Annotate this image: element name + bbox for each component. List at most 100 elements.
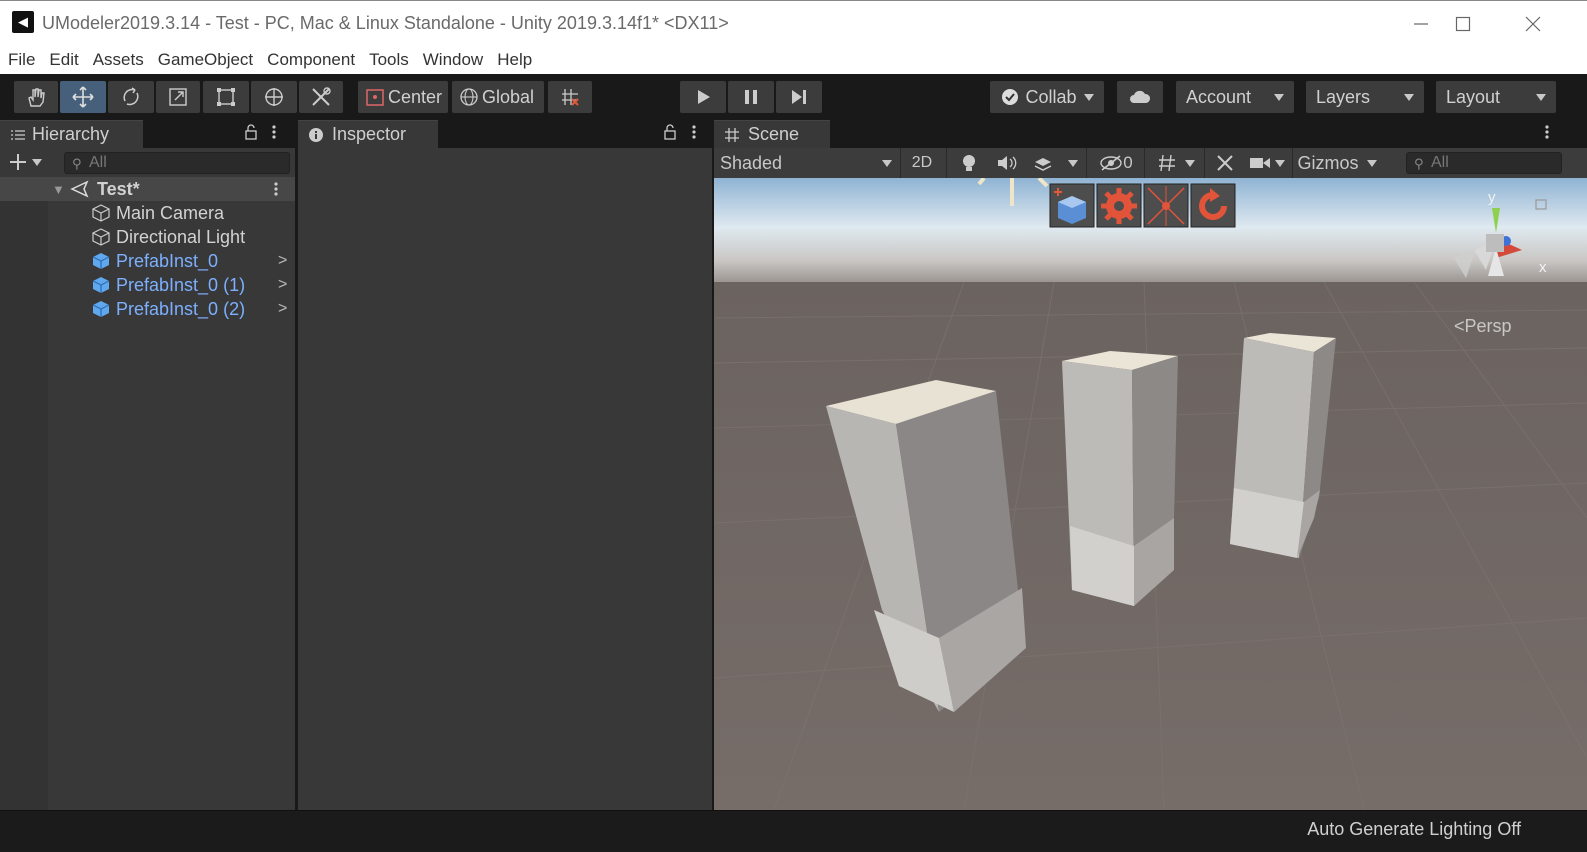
- hand-tool-button[interactable]: [14, 81, 58, 113]
- camera-dropdown[interactable]: [1272, 151, 1288, 175]
- chevron-down-icon: [882, 159, 892, 167]
- menu-file[interactable]: File: [8, 50, 35, 70]
- unity-scene-icon: [70, 180, 89, 198]
- menu-component[interactable]: Component: [267, 50, 355, 70]
- draw-mode-dropdown[interactable]: Shaded: [720, 151, 892, 175]
- step-icon: [792, 90, 806, 104]
- chevron-left-icon: <: [1454, 316, 1465, 336]
- account-label: Account: [1186, 86, 1252, 107]
- projection-toggle[interactable]: <Persp: [1454, 316, 1512, 337]
- menu-tools[interactable]: Tools: [369, 50, 409, 70]
- menu-window[interactable]: Window: [423, 50, 483, 70]
- hierarchy-search-input[interactable]: ⚲ All: [64, 152, 290, 174]
- gizmos-dropdown[interactable]: [1362, 151, 1382, 175]
- expand-triangle-icon[interactable]: ▼: [52, 182, 65, 197]
- close-button[interactable]: [1500, 1, 1566, 47]
- custom-tool-button[interactable]: [299, 81, 343, 113]
- grid-dropdown[interactable]: [1182, 151, 1198, 175]
- chevron-right-icon[interactable]: >: [278, 276, 287, 294]
- tab-hierarchy[interactable]: Hierarchy: [0, 120, 143, 148]
- scene-view-toolbar: Shaded 2D 0 Gizmos ⚲ All: [714, 148, 1587, 178]
- hierarchy-tab-strip: Hierarchy: [0, 118, 295, 148]
- hierarchy-item[interactable]: PrefabInst_0 >: [0, 249, 295, 273]
- hierarchy-item-label: Main Camera: [116, 202, 225, 223]
- layout-dropdown[interactable]: Layout: [1436, 81, 1556, 113]
- scene-search-placeholder: All: [1431, 154, 1449, 171]
- hierarchy-item[interactable]: Main Camera: [0, 201, 295, 225]
- more-menu-icon[interactable]: [270, 124, 278, 145]
- grid-icon: [1159, 154, 1175, 172]
- lock-icon[interactable]: [244, 124, 258, 145]
- play-icon: [698, 90, 710, 104]
- camera-settings-button[interactable]: [1246, 151, 1274, 175]
- step-button[interactable]: [776, 81, 822, 113]
- hierarchy-item[interactable]: PrefabInst_0 (2) >: [0, 297, 295, 321]
- pause-icon: [745, 90, 757, 104]
- layers-dropdown[interactable]: Layers: [1306, 81, 1424, 113]
- effects-dropdown[interactable]: [1066, 151, 1080, 175]
- grid-hash-icon: [725, 127, 739, 142]
- chevron-right-icon[interactable]: >: [278, 252, 287, 270]
- menu-help[interactable]: Help: [497, 50, 532, 70]
- move-tool-button[interactable]: [60, 81, 106, 113]
- create-dropdown-button[interactable]: [8, 152, 42, 172]
- more-menu-icon[interactable]: [1543, 124, 1551, 145]
- chevron-right-icon[interactable]: >: [278, 300, 287, 318]
- minimize-icon: [1414, 23, 1428, 25]
- scene-tools-toggle[interactable]: [1210, 151, 1240, 175]
- more-menu-icon: [274, 182, 278, 196]
- scene-search-input[interactable]: ⚲ All: [1406, 152, 1562, 174]
- menu-assets[interactable]: Assets: [93, 50, 144, 70]
- scale-icon: [169, 88, 187, 106]
- prefab-box-2[interactable]: [1062, 351, 1178, 606]
- space-toggle-button[interactable]: Global: [452, 81, 544, 113]
- hidden-objects-toggle[interactable]: 0: [1094, 151, 1138, 175]
- hierarchy-item[interactable]: PrefabInst_0 (1) >: [0, 273, 295, 297]
- effects-toggle[interactable]: [1030, 151, 1056, 175]
- gizmos-button[interactable]: Gizmos: [1296, 151, 1360, 175]
- snap-settings-button[interactable]: [548, 81, 592, 113]
- audio-toggle[interactable]: [992, 151, 1022, 175]
- more-menu-icon[interactable]: [690, 124, 698, 145]
- tools-icon: [1217, 155, 1233, 171]
- rotate-tool-button[interactable]: [108, 81, 154, 113]
- menu-gameobject[interactable]: GameObject: [158, 50, 253, 70]
- chevron-down-icon: [1274, 93, 1284, 101]
- maximize-button[interactable]: [1430, 1, 1496, 47]
- tools-icon: [312, 87, 331, 106]
- menu-edit[interactable]: Edit: [49, 50, 78, 70]
- prefab-cube-icon: [92, 277, 110, 293]
- grid-toggle[interactable]: [1152, 151, 1182, 175]
- lighting-toggle[interactable]: [954, 151, 984, 175]
- tab-scene[interactable]: Scene: [714, 120, 830, 148]
- 2d-mode-toggle[interactable]: 2D: [906, 151, 938, 175]
- rect-tool-button[interactable]: [203, 81, 249, 113]
- rotate-icon: [123, 87, 139, 106]
- pivot-toggle-button[interactable]: Center: [358, 81, 448, 113]
- inspector-panel: Inspector: [298, 118, 712, 810]
- pause-button[interactable]: [728, 81, 774, 113]
- pivot-center-icon: [366, 89, 384, 106]
- hierarchy-item-label: PrefabInst_0: [116, 250, 219, 271]
- play-button[interactable]: [680, 81, 726, 113]
- unity-logo-icon: ◀: [12, 11, 34, 33]
- search-icon: ⚲: [72, 156, 82, 171]
- transform-tool-button[interactable]: [251, 81, 297, 113]
- cloud-button[interactable]: [1117, 81, 1163, 113]
- maximize-icon: [1455, 16, 1471, 32]
- scene-viewport[interactable]: y x <Persp: [714, 178, 1587, 810]
- cloud-icon: [1130, 90, 1151, 103]
- globe-icon: [460, 88, 478, 106]
- umodeler-settings-gear-icon[interactable]: [1101, 188, 1137, 224]
- account-dropdown[interactable]: Account: [1176, 81, 1294, 113]
- lock-icon[interactable]: [663, 124, 677, 145]
- hierarchy-item[interactable]: Directional Light: [0, 225, 295, 249]
- scene-render[interactable]: y x: [714, 178, 1587, 810]
- lighting-status[interactable]: Auto Generate Lighting Off: [1307, 819, 1521, 840]
- unity-editor-window: ◀ UModeler2019.3.14 - Test - PC, Mac & L…: [0, 0, 1587, 852]
- collab-dropdown[interactable]: Collab: [990, 81, 1104, 113]
- tab-inspector[interactable]: Inspector: [298, 120, 438, 148]
- scale-tool-button[interactable]: [156, 81, 200, 113]
- scene-row[interactable]: ▼ Test*: [0, 177, 295, 201]
- check-circle-icon: [1002, 89, 1018, 105]
